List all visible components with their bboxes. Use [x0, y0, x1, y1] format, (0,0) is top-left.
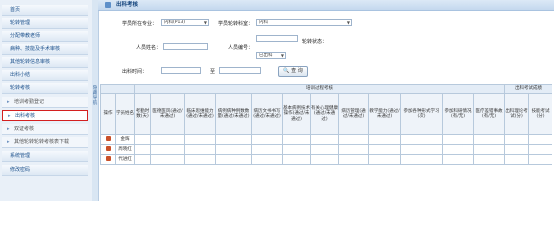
- dept-select[interactable]: 内科(P13) ▼: [161, 19, 209, 26]
- col-header: 操作: [100, 93, 116, 135]
- col-header: 考勤时数(天): [134, 93, 151, 135]
- col-header: 临床思维能力(通过/未通过): [184, 93, 216, 135]
- col-header: 医德医风(通过/未通过): [150, 93, 185, 135]
- col-header: 教学能力(通过/未通过): [368, 93, 401, 135]
- table-row: 金辉: [100, 134, 552, 145]
- panel-icon: [105, 2, 111, 8]
- nav-item-system[interactable]: 系统管理: [2, 151, 88, 162]
- edit-icon[interactable]: [105, 135, 111, 141]
- query-button[interactable]: 🔍 查 询: [278, 66, 308, 77]
- name-label: 人员姓名：: [136, 45, 162, 51]
- col-header: 医疗差错事故(有/无): [472, 93, 506, 135]
- id-label: 人员编号：: [228, 45, 254, 51]
- col-header: 学员姓名: [115, 93, 135, 135]
- rotation-select[interactable]: 内科 ▼: [256, 19, 352, 26]
- col-header: 病历管理(通过/未通过): [338, 93, 369, 135]
- col-header: 技能考试(分): [528, 93, 552, 135]
- nav-item-dual-assess[interactable]: 双证考核: [2, 124, 88, 135]
- row-name: 周晓红: [115, 144, 135, 155]
- time-from-input[interactable]: [161, 67, 201, 74]
- id-input[interactable]: [256, 35, 298, 42]
- nav-item-assign-teacher[interactable]: 分配带教老师: [2, 31, 88, 42]
- chevron-down-icon: ▼: [203, 20, 207, 25]
- nav-item-rotation-manage[interactable]: 轮转管理: [2, 18, 88, 29]
- table-row: 代进红: [100, 154, 552, 165]
- time-label: 出科时间：: [122, 69, 148, 75]
- section-exam: 出科考试成绩: [504, 84, 552, 94]
- row-name: 代进红: [115, 154, 135, 165]
- section-blank: [100, 84, 135, 94]
- time-to-input[interactable]: [219, 67, 261, 74]
- col-header: 有关心理健康(通过/未通过): [310, 93, 339, 135]
- edit-icon[interactable]: [105, 155, 111, 161]
- nav-item-home[interactable]: 首页: [2, 5, 88, 16]
- nav-item-other-review[interactable]: 其他轮转信息审核: [2, 57, 88, 68]
- result-table: 培训过程考核 出科考试成绩 操作 学员姓名 考勤时数(天) 医德医风(通过/未通…: [100, 84, 552, 201]
- col-header: 病例病种例数数量(通过/未通过): [215, 93, 252, 135]
- row-action[interactable]: [100, 144, 116, 155]
- rotation-label: 学员轮转科室：: [218, 21, 254, 27]
- nav-item-rotation-assess[interactable]: 轮转考核: [2, 83, 88, 94]
- nav-item-disease-review[interactable]: 病种、技能及手术审核: [2, 44, 88, 55]
- query-button-label: 查 询: [291, 68, 303, 74]
- col-header: 参加科研情况(有/无): [442, 93, 474, 135]
- rotation-select-value: 内科: [259, 20, 268, 25]
- panel-header: 出科考核: [98, 0, 554, 11]
- row-name: 金辉: [115, 134, 135, 145]
- nav-item-exit-assess[interactable]: 出科考核: [2, 110, 88, 121]
- page-title: 出科考核: [116, 2, 139, 8]
- section-training: 培训过程考核: [133, 84, 506, 94]
- edit-icon[interactable]: [105, 145, 111, 151]
- dept-label: 学员所在专业：: [122, 21, 158, 27]
- chevron-down-icon: ▼: [346, 20, 350, 25]
- name-input[interactable]: [163, 43, 208, 50]
- search-icon: 🔍: [283, 68, 290, 74]
- nav-item-summary[interactable]: 出科小结: [2, 70, 88, 81]
- nav-item-password[interactable]: 修改密码: [2, 165, 88, 176]
- row-action[interactable]: [100, 134, 116, 145]
- nav-item-download[interactable]: 其他轮转轮转考核表下载: [2, 137, 88, 148]
- time-to-label: 至: [210, 69, 216, 75]
- col-header: 基本病例技术操作(通过/未通过): [282, 93, 311, 135]
- col-header: 出科理论考试(分): [504, 93, 530, 135]
- row-action[interactable]: [100, 154, 116, 165]
- sidebar: 首页 轮转管理 分配带教老师 病种、技能及手术审核 其他轮转信息审核 出科小结 …: [0, 0, 93, 201]
- table-row: 周晓红: [100, 144, 552, 155]
- chevron-down-icon: ▼: [280, 53, 284, 58]
- status-label: 轮转状态：: [302, 39, 328, 45]
- col-header: 参加各种形式学习(次): [400, 93, 443, 135]
- status-select-value: 已出科: [259, 53, 273, 58]
- dept-select-value: 内科(P13): [164, 20, 185, 25]
- nav-item-attendance[interactable]: 培训考勤登记: [2, 97, 88, 108]
- col-header: 病历文书书写(通过/未通过): [251, 93, 283, 135]
- main-panel: 出科考核 学员所在专业： 内科(P13) ▼ 学员轮转科室： 内科 ▼ 人员姓名： …: [98, 0, 554, 201]
- status-select[interactable]: 已出科 ▼: [256, 52, 286, 59]
